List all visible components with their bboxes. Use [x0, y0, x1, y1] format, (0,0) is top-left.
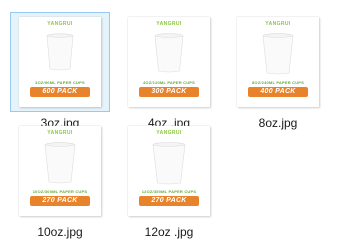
cup-size-label: 3OZ/90ML PAPER CUPS — [35, 80, 85, 85]
cup-size-label: 4OZ/120ML PAPER CUPS — [142, 80, 196, 85]
thumbnail-image: YANGRUI 10OZ/300ML PAPER CUPS 270 PACK — [19, 126, 101, 216]
thumbnail-frame: YANGRUI 4OZ/120ML PAPER CUPS 300 PACK — [119, 12, 219, 112]
file-name[interactable]: 10oz.jpg — [10, 225, 110, 239]
paper-cup-image — [154, 33, 184, 73]
thumbnail-image: YANGRUI 8OZ/240ML PAPER CUPS 400 PACK — [237, 17, 319, 107]
brand-logo: YANGRUI — [156, 21, 182, 27]
file-name[interactable]: 12oz .jpg — [119, 225, 219, 239]
thumbnail-frame: YANGRUI 3OZ/90ML PAPER CUPS 600 PACK — [10, 12, 110, 112]
brand-logo: YANGRUI — [156, 130, 182, 136]
thumbnail-image: YANGRUI 12OZ/350ML PAPER CUPS 270 PACK — [128, 126, 210, 216]
thumbnail-frame: YANGRUI 10OZ/300ML PAPER CUPS 270 PACK — [10, 121, 110, 221]
brand-logo: YANGRUI — [265, 21, 291, 27]
pack-badge: 400 PACK — [248, 87, 308, 97]
paper-cup-image — [44, 142, 76, 184]
file-name[interactable]: 8oz.jpg — [228, 116, 328, 130]
cup-size-label: 10OZ/300ML PAPER CUPS — [32, 189, 88, 194]
pack-badge: 270 PACK — [139, 196, 199, 206]
paper-cup-image — [152, 142, 186, 185]
brand-logo: YANGRUI — [47, 21, 73, 27]
paper-cup-image — [262, 33, 294, 75]
cup-size-label: 8OZ/240ML PAPER CUPS — [251, 80, 305, 85]
pack-badge: 600 PACK — [30, 87, 90, 97]
brand-logo: YANGRUI — [47, 130, 73, 136]
thumbnail-image: YANGRUI 4OZ/120ML PAPER CUPS 300 PACK — [128, 17, 210, 107]
paper-cup-image — [46, 33, 74, 71]
pack-badge: 300 PACK — [139, 87, 199, 97]
thumbnail-frame: YANGRUI 12OZ/350ML PAPER CUPS 270 PACK — [119, 121, 219, 221]
thumbnail-image: YANGRUI 3OZ/90ML PAPER CUPS 600 PACK — [19, 17, 101, 107]
thumbnail-frame: YANGRUI 8OZ/240ML PAPER CUPS 400 PACK — [228, 12, 328, 112]
cup-size-label: 12OZ/350ML PAPER CUPS — [141, 189, 197, 194]
pack-badge: 270 PACK — [30, 196, 90, 206]
